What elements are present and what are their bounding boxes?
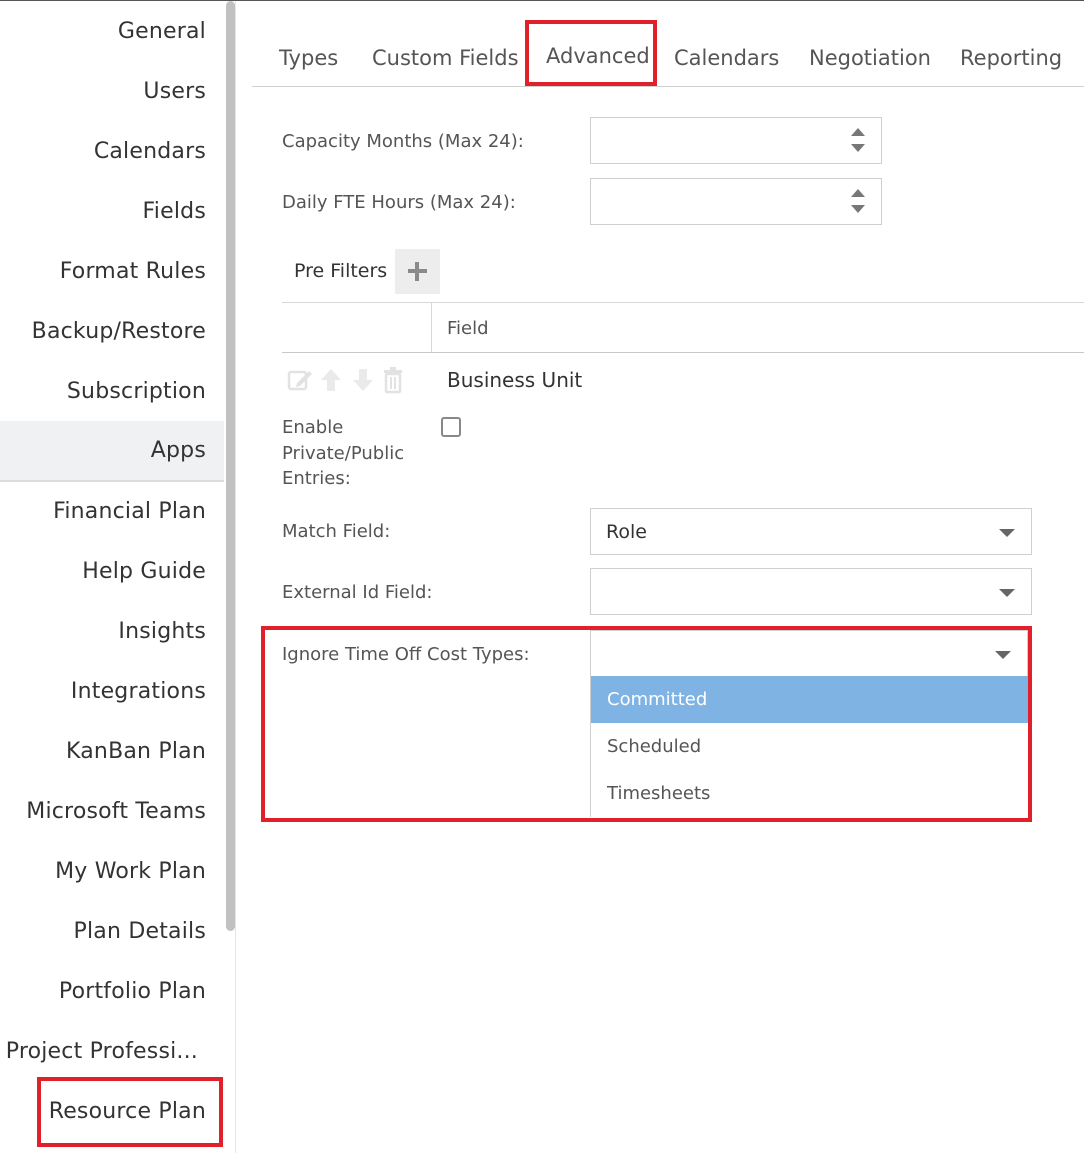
grid-header-border (282, 352, 1084, 353)
daily-fte-hours-input[interactable] (590, 178, 882, 225)
sidebar-item-project-professional[interactable]: Project Professi... (0, 1022, 224, 1082)
number-spinner-icon[interactable] (851, 128, 865, 154)
sidebar-item-backup-restore[interactable]: Backup/Restore (0, 302, 224, 362)
grid-top-border (282, 302, 1084, 303)
sidebar-item-portfolio-plan[interactable]: Portfolio Plan (0, 962, 224, 1022)
daily-fte-hours-label: Daily FTE Hours (Max 24): (282, 192, 516, 213)
enable-private-public-label-line2: Private/Public (282, 443, 405, 464)
grid-cell-business-unit[interactable]: Business Unit (447, 368, 582, 392)
enable-private-public-label-line3: Entries: (282, 468, 351, 489)
trash-icon[interactable] (382, 366, 404, 394)
pre-filters-label: Pre Filters (294, 260, 388, 282)
ignore-time-off-highlight (261, 626, 1032, 822)
sidebar-item-users[interactable]: Users (0, 62, 224, 122)
sidebar-item-help-guide[interactable]: Help Guide (0, 542, 224, 602)
match-field-label: Match Field: (282, 521, 391, 542)
sidebar-scrollbar[interactable] (226, 1, 235, 931)
sidebar-item-microsoft-teams[interactable]: Microsoft Teams (0, 782, 224, 842)
external-id-field-select[interactable] (590, 568, 1032, 615)
tab-types[interactable]: Types (279, 36, 338, 80)
match-field-select[interactable]: Role (590, 508, 1032, 555)
enable-private-public-checkbox[interactable] (441, 417, 461, 437)
external-id-field-label: External Id Field: (282, 582, 433, 603)
add-pre-filter-button[interactable] (395, 249, 440, 294)
advanced-tab-highlight (525, 20, 657, 86)
sidebar-item-format-rules[interactable]: Format Rules (0, 242, 224, 302)
capacity-months-input[interactable] (590, 117, 882, 164)
sidebar-item-subscription[interactable]: Subscription (0, 362, 224, 422)
enable-private-public-label-line1: Enable (282, 417, 344, 438)
number-spinner-icon[interactable] (851, 189, 865, 215)
sidebar-item-my-work-plan[interactable]: My Work Plan (0, 842, 224, 902)
tab-custom-fields[interactable]: Custom Fields (372, 36, 519, 80)
sidebar-item-plan-details[interactable]: Plan Details (0, 902, 224, 962)
grid-column-separator (431, 303, 432, 352)
sidebar-item-fields[interactable]: Fields (0, 182, 224, 242)
tab-calendars[interactable]: Calendars (674, 36, 779, 80)
sidebar-item-financial-plan[interactable]: Financial Plan (0, 482, 224, 542)
sidebar-item-general[interactable]: General (0, 2, 224, 62)
tab-negotiation[interactable]: Negotiation (809, 36, 931, 80)
match-field-value: Role (606, 521, 647, 543)
grid-column-header-field[interactable]: Field (447, 318, 489, 339)
move-down-icon[interactable] (350, 366, 376, 394)
settings-sidebar: General Users Calendars Fields Format Ru… (0, 1, 236, 1153)
chevron-down-icon[interactable] (999, 529, 1015, 537)
sidebar-item-insights[interactable]: Insights (0, 602, 224, 662)
sidebar-item-kanban-plan[interactable]: KanBan Plan (0, 722, 224, 782)
tab-reporting[interactable]: Reporting (960, 36, 1062, 80)
capacity-months-label: Capacity Months (Max 24): (282, 131, 524, 152)
sidebar-item-calendars[interactable]: Calendars (0, 122, 224, 182)
sidebar-item-integrations[interactable]: Integrations (0, 662, 224, 722)
resource-plan-highlight (37, 1077, 223, 1147)
sidebar-item-apps[interactable]: Apps (0, 421, 224, 481)
edit-icon[interactable] (286, 366, 314, 394)
tabs-underline (252, 86, 1084, 87)
chevron-down-icon[interactable] (999, 589, 1015, 597)
move-up-icon[interactable] (318, 366, 344, 394)
